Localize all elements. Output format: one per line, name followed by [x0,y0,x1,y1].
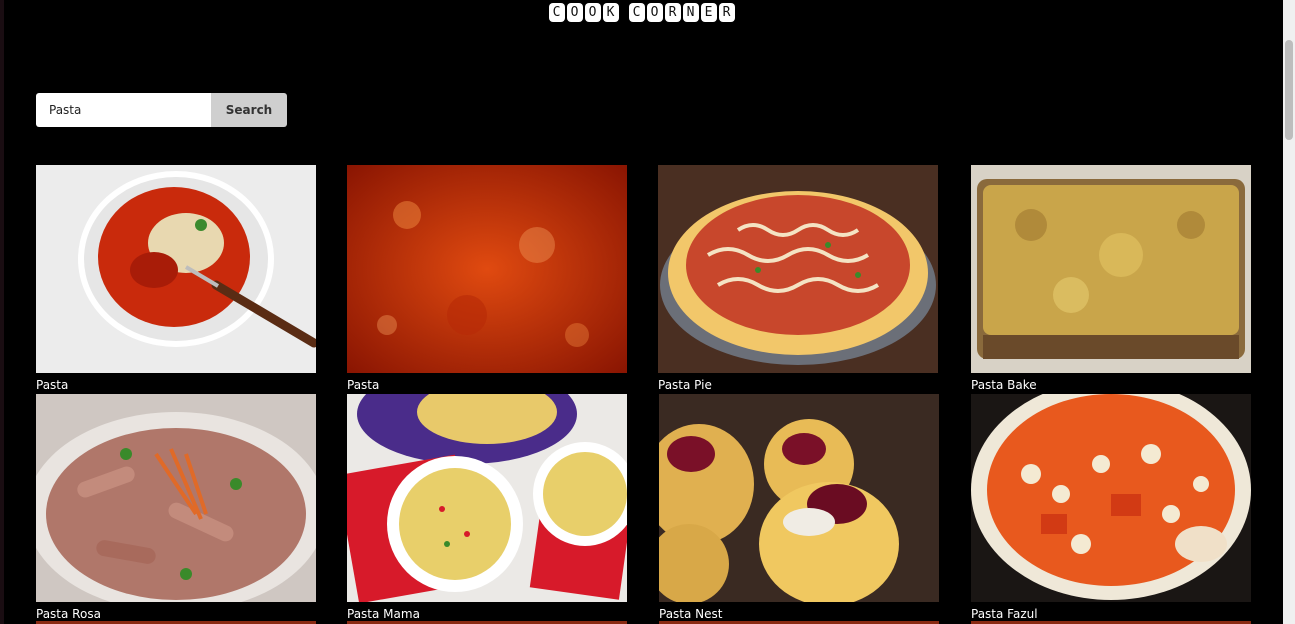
scrollbar-thumb[interactable] [1285,40,1293,140]
window-edge [0,0,4,624]
recipe-card[interactable]: Pasta Bake [971,165,1251,392]
logo-word-corner: C O R N E R [628,3,735,22]
recipe-card[interactable]: Pasta [347,165,627,392]
recipe-image[interactable] [347,165,627,373]
page-scrollbar[interactable] [1283,0,1295,624]
recipe-image[interactable] [347,394,627,602]
recipe-image[interactable] [971,394,1251,602]
app-logo[interactable]: C O O K C O R N E R [0,3,1283,22]
logo-letter: C [548,3,565,22]
recipe-title[interactable]: Pasta Nest [659,607,939,621]
recipe-card[interactable]: Pasta Pie [658,165,938,392]
search-input[interactable] [36,93,211,127]
recipe-card[interactable]: Pasta Nest [659,394,939,621]
recipe-title[interactable]: Pasta Rosa [36,607,316,621]
logo-letter: N [682,3,699,22]
logo-letter: O [584,3,601,22]
recipe-title[interactable]: Pasta Mama [347,607,627,621]
recipe-title[interactable]: Pasta Pie [658,378,938,392]
logo-letter: K [602,3,619,22]
logo-letter: O [566,3,583,22]
recipe-title[interactable]: Pasta [347,378,627,392]
logo-letter: C [628,3,645,22]
recipe-title[interactable]: Pasta Fazul [971,607,1251,621]
recipe-image[interactable] [36,394,316,602]
recipe-card[interactable]: Pasta Fazul [971,394,1251,621]
logo-word-cook: C O O K [548,3,619,22]
search-button[interactable]: Search [211,93,287,127]
logo-letter: O [646,3,663,22]
recipe-title[interactable]: Pasta [36,378,316,392]
recipe-card[interactable]: Pasta [36,165,316,392]
recipe-card[interactable]: Pasta Rosa [36,394,316,621]
recipe-card[interactable]: Pasta Mama [347,394,627,621]
recipe-image[interactable] [971,165,1251,373]
logo-letter: R [718,3,735,22]
recipe-image[interactable] [658,165,938,373]
recipe-title[interactable]: Pasta Bake [971,378,1251,392]
recipe-image[interactable] [659,394,939,602]
search-form: Search [36,93,287,127]
recipe-image[interactable] [36,165,316,373]
logo-letter: R [664,3,681,22]
logo-letter: E [700,3,717,22]
